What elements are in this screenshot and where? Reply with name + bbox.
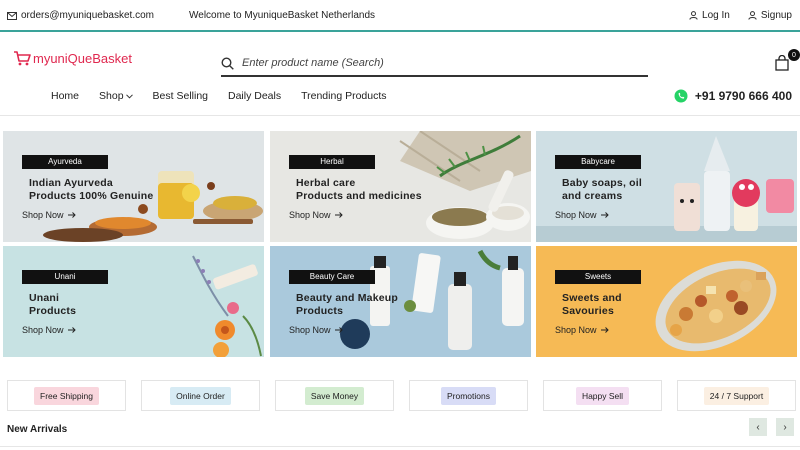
feature-label: Happy Sell	[575, 386, 630, 405]
shop-now-label: Shop Now	[22, 325, 64, 335]
category-tile-unani[interactable]: Unani Unani Products Shop Now	[3, 246, 264, 357]
user-icon	[689, 11, 698, 20]
basket-logo-icon	[14, 51, 31, 66]
search-input[interactable]	[242, 57, 622, 69]
feature-promotions: Promotions	[409, 380, 528, 411]
whatsapp-icon	[674, 89, 688, 103]
chevron-down-icon	[125, 93, 133, 99]
category-headline: Beauty and Makeup Products	[296, 292, 399, 317]
signup-label: Signup	[760, 10, 792, 21]
category-headline: Indian Ayurveda Products 100% Genuine	[29, 177, 154, 202]
phone-number: +91 9790 666 400	[694, 89, 792, 103]
contact-email[interactable]: orders@myuniquebasket.com	[7, 10, 154, 21]
search-icon[interactable]	[221, 56, 234, 70]
carousel-next-button[interactable]: ›	[776, 418, 794, 436]
feature-save-money: Save Money	[275, 380, 394, 411]
logo-text: myuniQueBasket	[33, 51, 132, 66]
cart-count-badge: 0	[788, 49, 800, 61]
auth-links: Log In Signup	[689, 10, 792, 21]
category-tile-ayurveda[interactable]: Ayurveda Indian Ayurveda Products 100% G…	[3, 131, 264, 242]
shop-now-link[interactable]: Shop Now	[22, 210, 76, 220]
shop-now-label: Shop Now	[22, 210, 64, 220]
mail-icon	[7, 11, 17, 20]
shop-now-label: Shop Now	[555, 210, 597, 220]
category-tag: Herbal	[289, 155, 375, 169]
shop-now-link[interactable]: Shop Now	[289, 325, 343, 335]
login-label: Log In	[702, 10, 730, 21]
top-bar: orders@myuniquebasket.com Welcome to Myu…	[0, 0, 800, 32]
feature-free-shipping: Free Shipping	[7, 380, 126, 411]
cart-button[interactable]: 0	[774, 49, 800, 74]
carousel-controls: ‹ ›	[749, 418, 794, 436]
category-tag: Sweets	[555, 270, 641, 284]
new-arrivals-heading: New Arrivals	[7, 424, 68, 435]
arrow-right-icon	[67, 212, 76, 218]
feature-online-order: Online Order	[141, 380, 260, 411]
shop-now-label: Shop Now	[555, 325, 597, 335]
shop-now-label: Shop Now	[289, 210, 331, 220]
nav-item-shop[interactable]: Shop	[99, 90, 133, 102]
user-icon	[748, 11, 757, 20]
arrow-right-icon	[334, 327, 343, 333]
category-tag: Beauty Care	[289, 270, 375, 284]
shop-now-label: Shop Now	[289, 325, 331, 335]
category-tile-sweets[interactable]: Sweets Sweets and Savouries Shop Now	[536, 246, 797, 357]
feature-label: Free Shipping	[34, 386, 99, 405]
search-bar	[221, 51, 648, 77]
main-nav: Home Shop Best Selling Daily Deals Trend…	[51, 90, 387, 102]
arrow-right-icon	[600, 327, 609, 333]
category-tag: Unani	[22, 270, 108, 284]
site-logo[interactable]: myuniQueBasket	[13, 51, 132, 66]
category-tile-beauty-care[interactable]: Beauty Care Beauty and Makeup Products S…	[270, 246, 531, 357]
contact-email-text: orders@myuniquebasket.com	[21, 10, 154, 21]
shop-now-link[interactable]: Shop Now	[22, 325, 76, 335]
category-headline: Baby soaps, oil and creams	[562, 177, 643, 202]
arrow-right-icon	[67, 327, 76, 333]
nav-item-best-selling[interactable]: Best Selling	[153, 90, 208, 102]
arrow-right-icon	[600, 212, 609, 218]
category-tile-babycare[interactable]: Babycare Baby soaps, oil and creams Shop…	[536, 131, 797, 242]
category-tag: Babycare	[555, 155, 641, 169]
feature-label: Online Order	[170, 386, 231, 405]
shopping-bag-icon	[775, 55, 789, 71]
category-tile-herbal[interactable]: Herbal Herbal care Products and medicine…	[270, 131, 531, 242]
feature-happy-sell: Happy Sell	[543, 380, 662, 411]
feature-badges: Free Shipping Online Order Save Money Pr…	[7, 380, 796, 411]
site-header: myuniQueBasket 0 Home Shop Best Selling …	[0, 34, 800, 116]
nav-item-daily-deals[interactable]: Daily Deals	[228, 90, 281, 102]
feature-label: Save Money	[304, 386, 365, 405]
login-link[interactable]: Log In	[689, 10, 730, 21]
shop-now-link[interactable]: Shop Now	[555, 210, 609, 220]
nav-item-home[interactable]: Home	[51, 90, 79, 102]
nav-item-shop-label: Shop	[99, 90, 124, 102]
feature-label: Promotions	[441, 386, 496, 405]
feature-label: 24 / 7 Support	[703, 386, 770, 405]
shop-now-link[interactable]: Shop Now	[289, 210, 343, 220]
welcome-message: Welcome to MyuniqueBasket Netherlands	[189, 10, 376, 21]
category-headline: Unani Products	[29, 292, 77, 317]
category-headline: Herbal care Products and medicines	[296, 177, 422, 202]
category-headline: Sweets and Savouries	[562, 292, 622, 317]
carousel-prev-button[interactable]: ‹	[749, 418, 767, 436]
arrow-right-icon	[334, 212, 343, 218]
signup-link[interactable]: Signup	[748, 10, 792, 21]
whatsapp-contact[interactable]: +91 9790 666 400	[674, 89, 792, 103]
shop-now-link[interactable]: Shop Now	[555, 325, 609, 335]
nav-item-trending-products[interactable]: Trending Products	[301, 90, 386, 102]
section-divider	[0, 446, 800, 447]
feature-support: 24 / 7 Support	[677, 380, 796, 411]
category-tag: Ayurveda	[22, 155, 108, 169]
